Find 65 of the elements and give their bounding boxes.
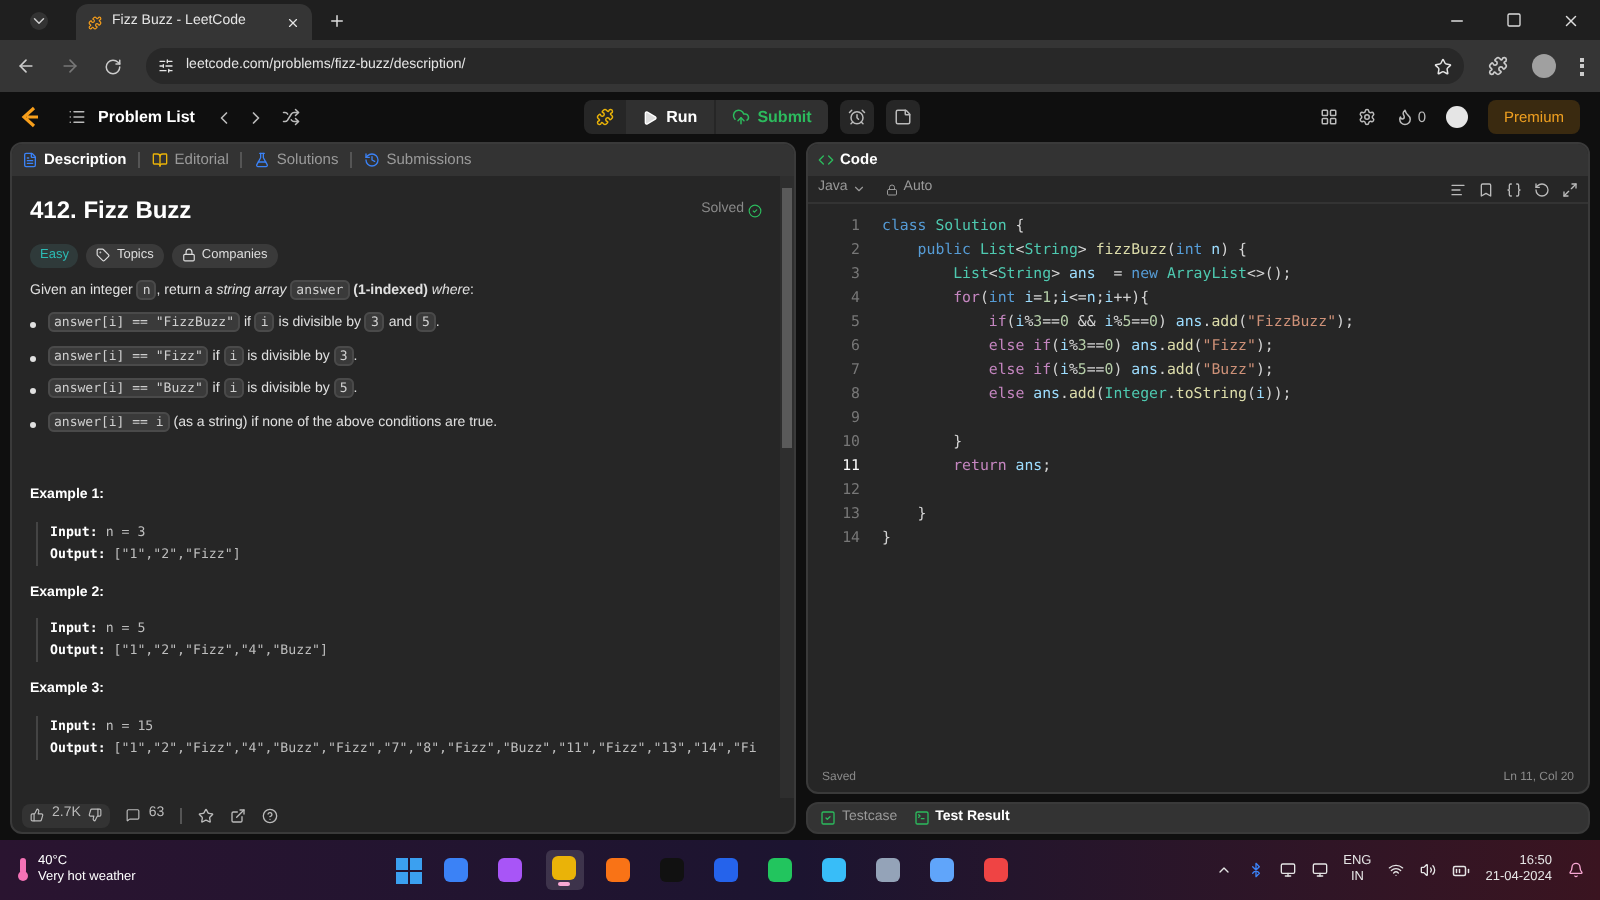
- active-app-indicator: [558, 881, 571, 885]
- check-circle-icon: [748, 203, 762, 217]
- play-icon: [642, 109, 659, 125]
- back-icon[interactable]: [16, 56, 36, 76]
- tab-list-icon[interactable]: [29, 11, 47, 29]
- user-avatar[interactable]: [1445, 106, 1468, 128]
- lock-icon: [885, 183, 898, 195]
- reset-icon[interactable]: [1534, 181, 1550, 197]
- notes-button[interactable]: [885, 100, 920, 134]
- thermometer-icon: [16, 858, 30, 882]
- alarm-clock-icon: [847, 108, 866, 126]
- run-button[interactable]: Run: [626, 100, 714, 134]
- battery-icon[interactable]: [1451, 861, 1470, 879]
- monitor-icon[interactable]: [1279, 862, 1296, 878]
- document-icon: [22, 152, 38, 168]
- settings-icon[interactable]: [1357, 108, 1376, 126]
- grid-icon[interactable]: [1319, 108, 1338, 126]
- share-icon[interactable]: [230, 807, 247, 823]
- terminal-icon: [913, 810, 930, 826]
- list-icon: [68, 108, 86, 126]
- reload-icon[interactable]: [104, 57, 122, 75]
- tag-icon: [96, 248, 111, 263]
- problem-title: 412. Fizz Buzz: [30, 194, 192, 228]
- extensions-icon[interactable]: [1488, 56, 1508, 76]
- history-icon: [364, 152, 381, 168]
- display-icon[interactable]: [1311, 862, 1328, 878]
- thumbs-down-icon[interactable]: [88, 808, 103, 822]
- thumbs-up-icon[interactable]: [30, 808, 44, 822]
- problem-list-link[interactable]: Problem List: [98, 105, 195, 129]
- comment-icon[interactable]: [126, 808, 141, 822]
- start-icon[interactable]: [395, 857, 422, 883]
- code-icon: [818, 152, 834, 168]
- close-icon[interactable]: [1562, 12, 1580, 30]
- taskbar-button[interactable]: [545, 850, 584, 890]
- book-icon: [152, 152, 169, 168]
- site-info-icon[interactable]: [158, 58, 174, 74]
- help-icon[interactable]: [262, 807, 279, 823]
- volume-icon[interactable]: [1419, 862, 1436, 878]
- timer-button[interactable]: [839, 100, 874, 134]
- new-tab-icon[interactable]: [328, 12, 346, 30]
- forward-icon[interactable]: [60, 56, 80, 76]
- star-icon[interactable]: [198, 807, 215, 823]
- shuffle-icon[interactable]: [282, 108, 301, 126]
- note-icon: [893, 108, 912, 126]
- tray-overflow-icon[interactable]: [1215, 862, 1232, 878]
- flame-icon: [1395, 108, 1414, 126]
- logo-icon[interactable]: [20, 106, 40, 128]
- close-tab-icon[interactable]: [286, 15, 300, 29]
- maximize-icon[interactable]: [1506, 12, 1522, 28]
- wifi-icon[interactable]: [1387, 862, 1404, 878]
- flask-icon: [254, 152, 271, 168]
- braces-icon[interactable]: [1506, 181, 1522, 197]
- checkbox-icon: [820, 810, 836, 826]
- profile-avatar[interactable]: [1532, 54, 1556, 78]
- caret-icon: [851, 182, 866, 196]
- bookmark-icon[interactable]: [1478, 181, 1494, 197]
- notification-icon[interactable]: [1568, 862, 1584, 878]
- submit-button[interactable]: Submit: [715, 100, 828, 134]
- scrollbar[interactable]: [780, 176, 794, 798]
- bookmark-star-icon[interactable]: [1434, 57, 1452, 75]
- format-icon[interactable]: [1450, 181, 1466, 197]
- expand-icon[interactable]: [1562, 181, 1578, 197]
- upload-cloud-icon: [731, 108, 750, 126]
- lock-icon: [181, 248, 196, 263]
- bluetooth-icon[interactable]: [1247, 862, 1264, 878]
